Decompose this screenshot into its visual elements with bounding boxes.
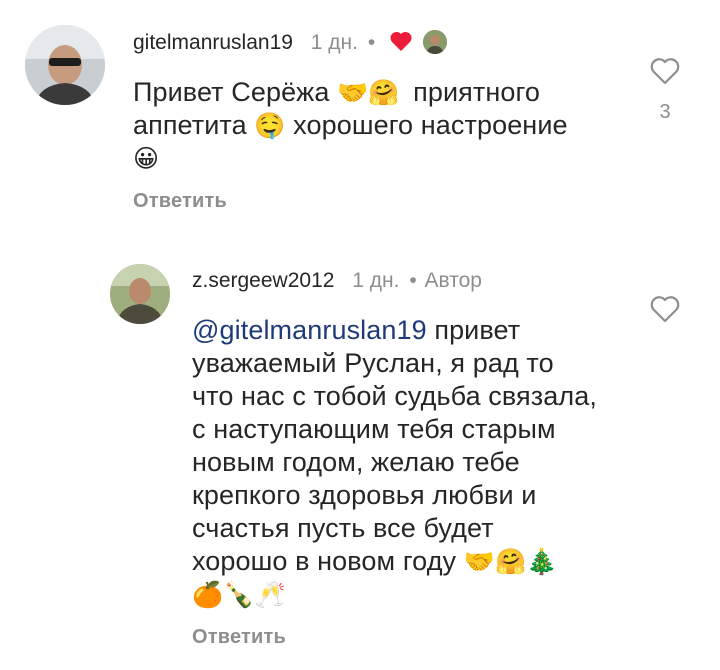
- comment-header: gitelmanruslan19 1 дн. •: [133, 30, 447, 56]
- author-mini-avatar: [422, 30, 447, 54]
- comment-body: @gitelmanruslan19 привет уважаемый Русла…: [192, 314, 632, 611]
- separator: •: [367, 31, 376, 54]
- christmas-tree-emoji: 🎄: [526, 547, 558, 576]
- timestamp: 1 дн.: [352, 269, 400, 292]
- text: новым годом, желаю тебе: [192, 447, 520, 477]
- mention-link[interactable]: @gitelmanruslan19: [192, 315, 427, 345]
- grinning-face-emoji: 😀: [133, 144, 160, 173]
- hugging-face-emoji: 🤗: [495, 547, 527, 576]
- reply-button[interactable]: Ответить: [192, 626, 286, 649]
- text: привет: [434, 315, 521, 345]
- separator: •: [409, 269, 417, 292]
- username[interactable]: gitelmanruslan19: [133, 31, 293, 54]
- heart-outline-icon[interactable]: [649, 58, 681, 90]
- comment-header: z.sergeew2012 1 дн. • Автор: [192, 268, 482, 294]
- like-count: 3: [659, 101, 671, 123]
- text: приятного: [413, 77, 540, 107]
- text: хорошо в новом году: [192, 546, 457, 576]
- avatar-photo: [110, 264, 170, 324]
- heart-outline-icon[interactable]: [649, 296, 681, 328]
- timestamp: 1 дн.: [310, 31, 358, 54]
- hugging-face-emoji: 🤗: [368, 78, 400, 107]
- text: с наступающим тебя старым: [192, 414, 556, 444]
- text: уважаемый Руслан, я рад то: [192, 348, 554, 378]
- text: что нас с тобой судьба связала,: [192, 381, 597, 411]
- reply-button[interactable]: Ответить: [133, 190, 227, 213]
- text: хорошего настроение: [293, 110, 568, 140]
- tangerine-emoji: 🍊: [192, 580, 224, 609]
- author-label: Автор: [424, 269, 482, 292]
- heart-icon: [389, 31, 419, 54]
- handshake-emoji: 🤝: [337, 78, 369, 107]
- comment-body: Привет Серёжа 🤝🤗 приятного аппетита 🤤 хо…: [133, 76, 603, 175]
- like-column: 3: [645, 56, 685, 124]
- champagne-bottle-emoji: 🍾: [223, 580, 255, 609]
- text: крепкого здоровья любви и: [192, 480, 537, 510]
- avatar[interactable]: [25, 25, 105, 105]
- text: аппетита: [133, 110, 247, 140]
- clinking-glasses-emoji: 🥂: [254, 580, 286, 609]
- username[interactable]: z.sergeew2012: [192, 269, 334, 292]
- text: Привет Серёжа: [133, 77, 330, 107]
- text: счастья пусть все будет: [192, 513, 494, 543]
- handshake-emoji: 🤝: [463, 547, 495, 576]
- like-column: [645, 294, 685, 329]
- drooling-face-emoji: 🤤: [254, 111, 286, 140]
- avatar-photo: [25, 25, 105, 105]
- avatar[interactable]: [110, 264, 170, 324]
